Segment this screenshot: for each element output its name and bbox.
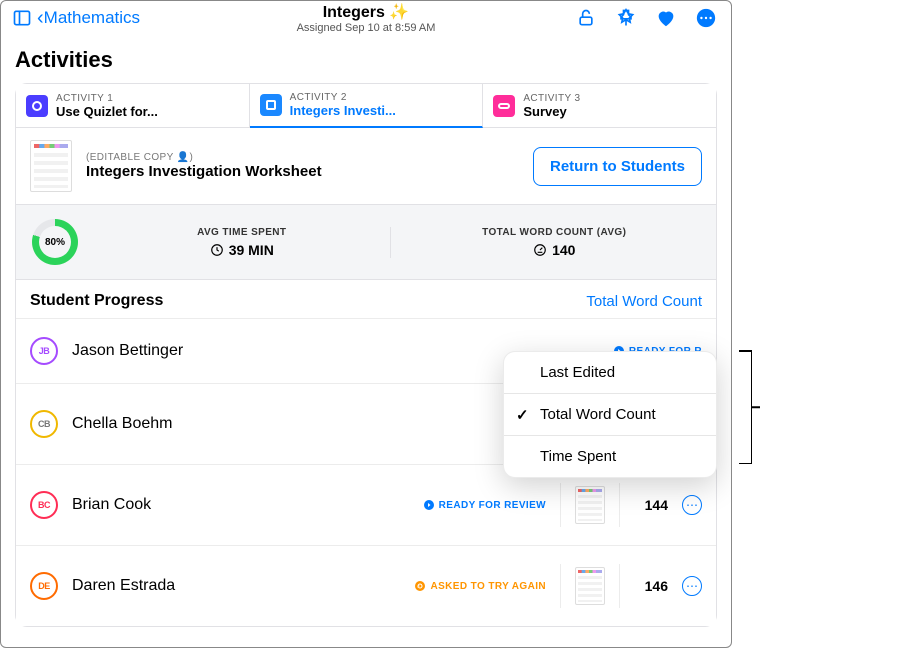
refresh-circle-icon [414, 580, 426, 592]
student-name: Chella Boehm [72, 415, 509, 433]
popover-item-time-spent[interactable]: Time Spent [504, 436, 716, 477]
student-name: Brian Cook [72, 496, 409, 514]
word-count-cell: 146 [634, 578, 668, 594]
stats-row: 80% AVG TIME SPENT 39 MIN TOTAL WORD COU… [16, 205, 716, 280]
worksheet-meta: (EDITABLE COPY 👤) Integers Investigation… [86, 152, 322, 180]
gauge-icon [533, 243, 547, 257]
avg-time-stat: AVG TIME SPENT 39 MIN [94, 227, 391, 258]
clock-icon [210, 243, 224, 257]
submission-thumbnail[interactable] [575, 567, 605, 605]
divider [619, 483, 620, 527]
divider [619, 564, 620, 608]
chevron-left-icon: ‹ [37, 8, 44, 28]
word-count-value: 140 [533, 242, 575, 258]
status-badge: ASKED TO TRY AGAIN [414, 580, 546, 592]
avatar: JB [30, 337, 58, 365]
activities-heading: Activities [15, 47, 717, 73]
table-row[interactable]: DE Daren Estrada ASKED TO TRY AGAIN 146 … [16, 545, 716, 626]
progress-percent: 80% [45, 237, 65, 248]
return-to-students-button[interactable]: Return to Students [533, 147, 702, 186]
activity-1-icon [26, 95, 48, 117]
header-actions [575, 7, 717, 29]
content-area: Activities ACTIVITY 1 Use Quizlet for...… [1, 47, 731, 627]
activity-3-name: Survey [523, 104, 580, 119]
popover-item-last-edited[interactable]: Last Edited [504, 352, 716, 394]
worksheet-name: Integers Investigation Worksheet [86, 163, 322, 180]
activity-2-icon [260, 94, 282, 116]
arrow-right-circle-icon [423, 499, 435, 511]
worksheet-row: (EDITABLE COPY 👤) Integers Investigation… [16, 128, 716, 205]
header-bar: ‹ Mathematics Integers ✨ Assigned Sep 10… [1, 1, 731, 35]
avatar: DE [30, 572, 58, 600]
word-count-stat: TOTAL WORD COUNT (AVG) 140 [407, 227, 703, 258]
word-count-cell: 144 [634, 497, 668, 513]
lock-icon[interactable] [575, 7, 597, 29]
favorite-icon[interactable] [655, 7, 677, 29]
submission-thumbnail[interactable] [575, 486, 605, 524]
row-more-icon[interactable]: ⋯ [682, 495, 702, 515]
sidebar-toggle-icon[interactable] [11, 7, 33, 29]
activity-3-icon [493, 95, 515, 117]
student-progress-title: Student Progress [30, 292, 163, 310]
app-window: ‹ Mathematics Integers ✨ Assigned Sep 10… [0, 0, 732, 648]
activity-2-name: Integers Investi... [290, 103, 396, 118]
student-name: Daren Estrada [72, 577, 400, 595]
back-button[interactable]: ‹ Mathematics [37, 8, 140, 28]
activity-1-name: Use Quizlet for... [56, 104, 158, 119]
tab-activity-2[interactable]: ACTIVITY 2 Integers Investi... [250, 84, 484, 128]
back-label: Mathematics [44, 8, 140, 28]
activity-2-label: ACTIVITY 2 [290, 92, 396, 103]
avatar: CB [30, 410, 58, 438]
worksheet-thumbnail[interactable] [30, 140, 72, 192]
editable-copy-label: (EDITABLE COPY 👤) [86, 152, 322, 163]
pin-icon[interactable] [615, 7, 637, 29]
sort-link[interactable]: Total Word Count [586, 293, 702, 310]
divider [560, 483, 561, 527]
popover-item-total-word-count[interactable]: Total Word Count [504, 394, 716, 436]
activity-3-label: ACTIVITY 3 [523, 93, 580, 104]
word-count-title: TOTAL WORD COUNT (AVG) [482, 227, 626, 238]
more-icon[interactable] [695, 7, 717, 29]
avatar: BC [30, 491, 58, 519]
tab-activity-1[interactable]: ACTIVITY 1 Use Quizlet for... [16, 84, 250, 127]
avg-time-value: 39 MIN [210, 242, 274, 258]
tab-activity-3[interactable]: ACTIVITY 3 Survey [483, 84, 716, 127]
divider [560, 564, 561, 608]
progress-header: Student Progress Total Word Count [16, 280, 716, 318]
activity-tabs: ACTIVITY 1 Use Quizlet for... ACTIVITY 2… [16, 84, 716, 128]
row-more-icon[interactable]: ⋯ [682, 576, 702, 596]
status-badge: READY FOR REVIEW [423, 499, 546, 511]
avg-time-title: AVG TIME SPENT [197, 227, 286, 238]
sort-popover: Last Edited Total Word Count Time Spent [503, 351, 717, 478]
activity-1-label: ACTIVITY 1 [56, 93, 158, 104]
callout-bracket [726, 350, 752, 464]
progress-ring: 80% [32, 219, 78, 265]
